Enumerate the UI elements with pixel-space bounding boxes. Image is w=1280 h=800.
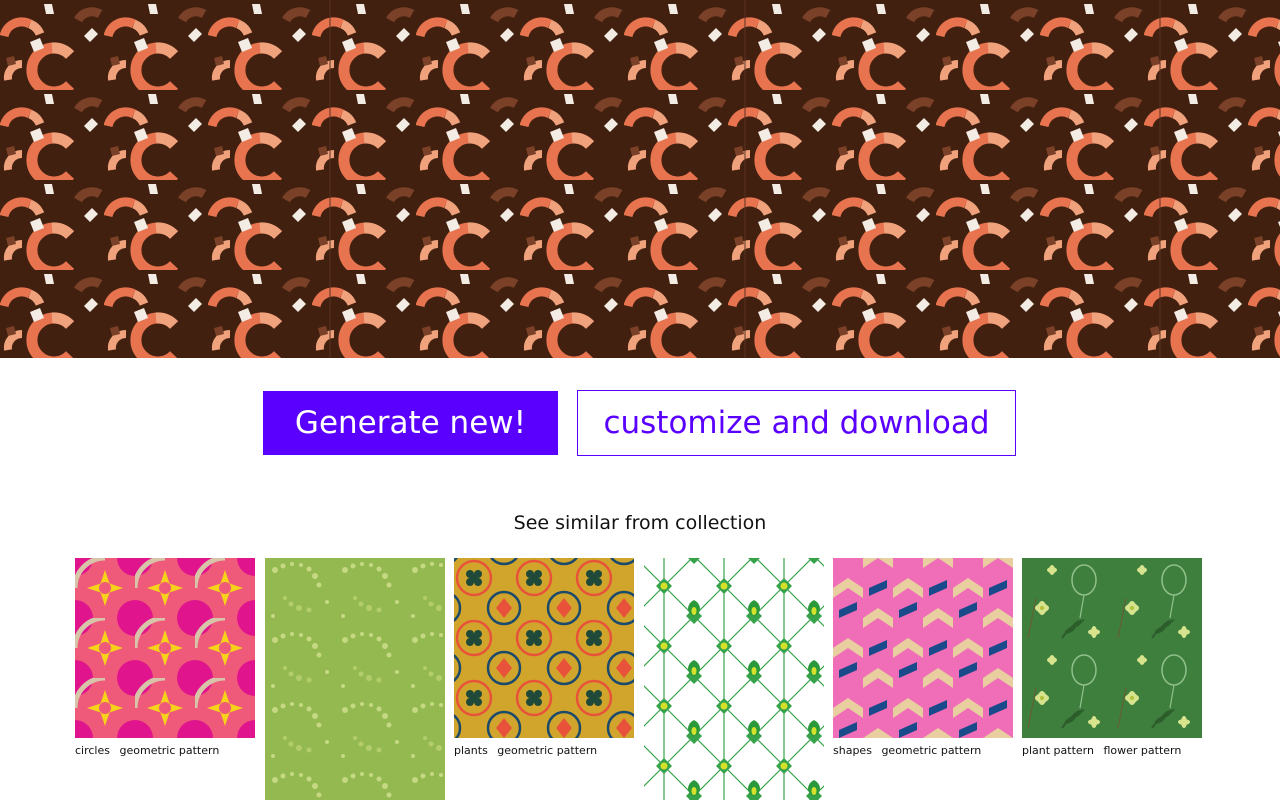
pattern-thumbnail[interactable] (75, 558, 255, 738)
pattern-thumbnail[interactable] (265, 558, 445, 800)
tag-link[interactable]: plants (454, 744, 488, 757)
tag-link[interactable]: circles (75, 744, 110, 757)
similar-pattern-card[interactable]: circles geometric pattern (75, 558, 255, 757)
similar-pattern-card[interactable]: plant pattern flower pattern (1022, 558, 1202, 757)
generate-new-button[interactable]: Generate new! (263, 391, 558, 455)
tag-link[interactable]: geometric pattern (120, 744, 220, 757)
tag-link[interactable]: shapes (833, 744, 872, 757)
tag-link[interactable]: flower pattern (1103, 744, 1181, 757)
pattern-tags: plants geometric pattern (454, 744, 634, 757)
pattern-thumbnail[interactable] (644, 558, 824, 800)
pattern-tags: shapes geometric pattern (833, 744, 1013, 757)
similar-pattern-card[interactable] (644, 558, 824, 800)
tag-link[interactable]: geometric pattern (497, 744, 597, 757)
similar-section-title: See similar from collection (513, 512, 767, 534)
pattern-tags: circles geometric pattern (75, 744, 255, 757)
pattern-tags: plant pattern flower pattern (1022, 744, 1202, 757)
similar-pattern-card[interactable] (265, 558, 445, 800)
pattern-preview (0, 0, 1280, 358)
customize-download-button[interactable]: customize and download (577, 390, 1016, 456)
similar-pattern-card[interactable]: plants geometric pattern (454, 558, 634, 757)
pattern-thumbnail[interactable] (454, 558, 634, 738)
pattern-thumbnail[interactable] (833, 558, 1013, 738)
similar-pattern-card[interactable]: shapes geometric pattern (833, 558, 1013, 757)
pattern-thumbnail[interactable] (1022, 558, 1202, 738)
tag-link[interactable]: plant pattern (1022, 744, 1094, 757)
tag-link[interactable]: geometric pattern (881, 744, 981, 757)
